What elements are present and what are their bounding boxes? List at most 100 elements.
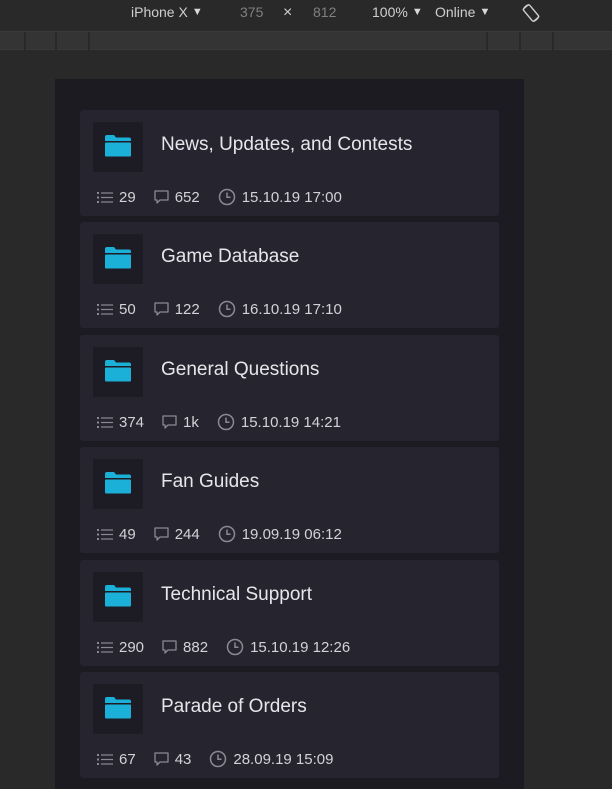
messages-count: 1k	[162, 414, 199, 431]
comment-icon	[154, 752, 169, 766]
folder-icon	[105, 135, 131, 157]
topics-count-value: 49	[119, 525, 136, 543]
forum-card[interactable]: Technical Support 290 882 15.10.19 12:26	[80, 560, 499, 666]
device-viewport: News, Updates, and Contests 29 652 15.10…	[55, 79, 524, 789]
folder-icon	[105, 247, 131, 269]
messages-count: 652	[154, 189, 200, 206]
list-icon	[97, 753, 113, 765]
topics-count: 67	[97, 751, 136, 768]
forum-card[interactable]: Game Database 50 122 16.10.19 17:10	[80, 222, 499, 328]
last-post: 15.10.19 17:00	[218, 188, 342, 206]
height-input[interactable]: 812	[313, 4, 336, 20]
forum-title[interactable]: News, Updates, and Contests	[161, 134, 412, 156]
last-post-value[interactable]: 19.09.19 06:12	[242, 526, 342, 543]
folder-tile	[93, 572, 143, 622]
width-input[interactable]: 375	[240, 4, 263, 20]
comment-icon	[162, 415, 177, 429]
clock-icon	[218, 300, 235, 318]
forum-title[interactable]: Game Database	[161, 246, 299, 268]
folder-tile	[93, 122, 143, 172]
folder-tile	[93, 347, 143, 397]
last-post-value[interactable]: 15.10.19 17:00	[242, 189, 342, 206]
forum-stats: 374 1k 15.10.19 14:21	[97, 411, 359, 433]
zoom-select[interactable]: 100% ▼	[372, 4, 423, 20]
folder-icon	[105, 360, 131, 382]
last-post: 16.10.19 17:10	[218, 300, 342, 318]
topics-count: 374	[97, 414, 144, 431]
last-post-value[interactable]: 16.10.19 17:10	[242, 301, 342, 318]
last-post-value[interactable]: 28.09.19 15:09	[233, 751, 333, 768]
device-toolbar: iPhone X ▼ 375 × 812 100% ▼ Online ▼	[0, 0, 612, 28]
comment-icon	[154, 527, 169, 541]
messages-count: 43	[154, 750, 192, 768]
messages-count-value: 652	[174, 188, 200, 206]
topics-count-value: 290	[119, 638, 145, 656]
messages-count-value: 244	[174, 525, 200, 543]
messages-count-value: 43	[174, 750, 192, 768]
rotate-icon[interactable]	[520, 2, 542, 24]
folder-tile	[93, 684, 143, 734]
forum-title[interactable]: Parade of Orders	[161, 696, 307, 718]
forum-card[interactable]: News, Updates, and Contests 29 652 15.10…	[80, 110, 499, 216]
list-icon	[97, 528, 113, 540]
forum-stats: 67 43 28.09.19 15:09	[97, 748, 351, 770]
last-post: 15.10.19 14:21	[217, 413, 341, 431]
forum-stats: 50 122 16.10.19 17:10	[97, 298, 360, 320]
clock-icon	[218, 525, 235, 543]
topics-count-value: 67	[119, 750, 136, 768]
messages-count: 244	[154, 526, 200, 543]
messages-count: 122	[154, 301, 200, 318]
comment-icon	[154, 190, 169, 204]
forum-card[interactable]: Fan Guides 49 244 19.09.19 06:12	[80, 447, 499, 553]
chevron-down-icon: ▼	[191, 6, 203, 18]
clock-icon	[226, 638, 244, 656]
topics-count-value: 50	[119, 300, 136, 318]
forum-title[interactable]: General Questions	[161, 359, 319, 381]
folder-tile	[93, 234, 143, 284]
comment-icon	[154, 302, 169, 316]
zoom-select-label: 100%	[372, 4, 408, 20]
topics-count: 29	[97, 189, 136, 206]
messages-count-value: 122	[174, 300, 200, 318]
last-post: 19.09.19 06:12	[218, 525, 342, 543]
folder-icon	[105, 472, 131, 494]
folder-icon	[105, 585, 131, 607]
device-select[interactable]: iPhone X ▼	[131, 4, 203, 20]
chevron-down-icon: ▼	[479, 6, 491, 18]
forum-stats: 29 652 15.10.19 17:00	[97, 186, 360, 208]
topics-count-value: 374	[119, 413, 145, 431]
forum-card[interactable]: Parade of Orders 67 43 28.09.19 15:09	[80, 672, 499, 778]
messages-count-value: 1k	[183, 413, 199, 431]
list-icon	[97, 303, 113, 315]
clock-icon	[210, 750, 227, 768]
list-icon	[97, 641, 113, 653]
topics-count: 49	[97, 526, 136, 543]
throttle-select-label: Online	[435, 4, 476, 20]
list-icon	[97, 416, 113, 428]
list-icon	[97, 191, 113, 203]
last-post-value[interactable]: 15.10.19 14:21	[241, 414, 341, 431]
topics-count: 50	[97, 301, 136, 318]
last-post: 15.10.19 12:26	[226, 638, 350, 656]
topics-count-value: 29	[119, 188, 136, 206]
forum-card[interactable]: General Questions 374 1k 15.10.19 14:21	[80, 335, 499, 441]
messages-count: 882	[162, 639, 208, 656]
forum-title[interactable]: Technical Support	[161, 584, 312, 606]
comment-icon	[162, 640, 177, 654]
media-query-ruler	[0, 31, 612, 51]
times-separator: ×	[283, 4, 293, 21]
chevron-down-icon: ▼	[411, 6, 423, 18]
folder-tile	[93, 459, 143, 509]
clock-icon	[217, 413, 235, 431]
last-post: 28.09.19 15:09	[209, 750, 333, 768]
forum-stats: 49 244 19.09.19 06:12	[97, 523, 360, 545]
forum-title[interactable]: Fan Guides	[161, 471, 259, 493]
forum-stats: 290 882 15.10.19 12:26	[97, 636, 368, 658]
topics-count: 290	[97, 639, 144, 656]
messages-count-value: 882	[183, 638, 209, 656]
folder-icon	[105, 697, 131, 719]
clock-icon	[218, 188, 235, 206]
device-select-label: iPhone X	[131, 4, 188, 20]
last-post-value[interactable]: 15.10.19 12:26	[250, 639, 350, 656]
throttle-select[interactable]: Online ▼	[435, 4, 490, 20]
